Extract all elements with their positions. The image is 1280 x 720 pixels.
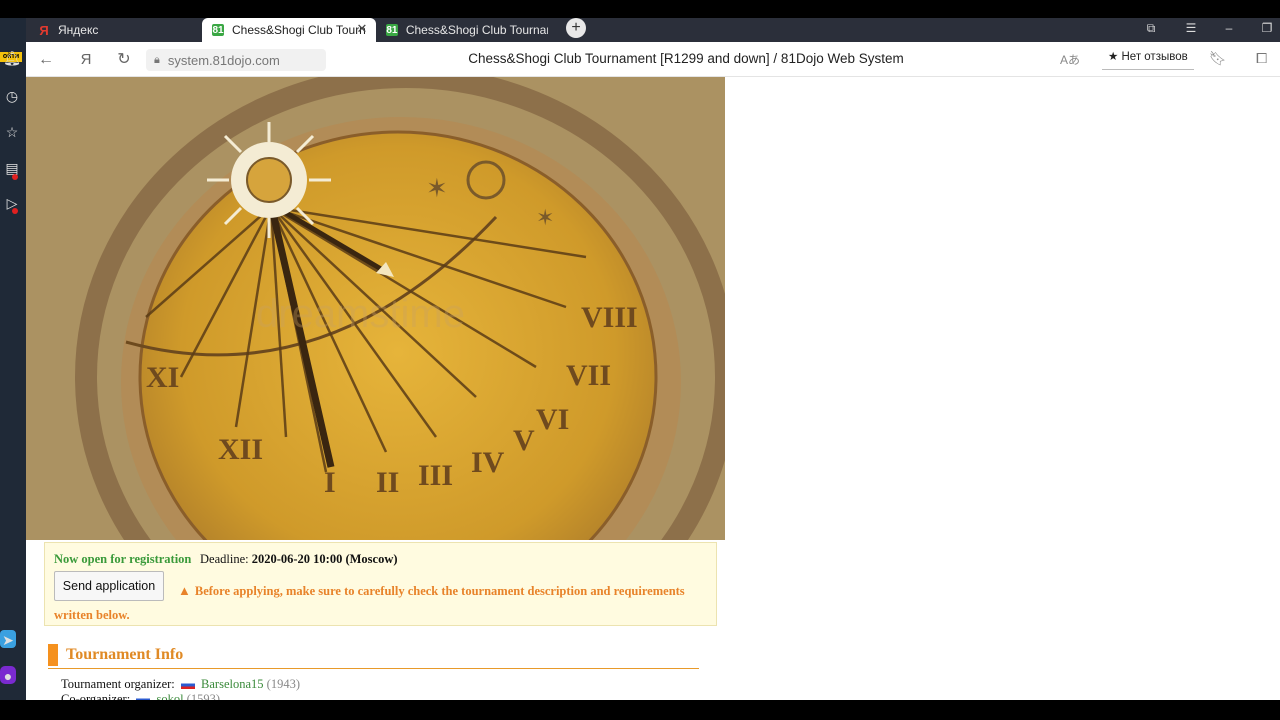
send-application-button[interactable]: Send application [54,571,164,601]
reviews-button[interactable]: ★ Нет отзывов [1102,48,1194,70]
numeral-vi: VI [536,403,569,436]
svg-text:✶: ✶ [536,205,554,230]
coorganizer-link[interactable]: sokol [156,692,183,700]
81dojo-icon: 81 [212,24,224,36]
numeral-ii: II [376,466,399,499]
warning-icon: ▲ [178,583,191,598]
new-tab-button[interactable]: + [566,18,586,38]
url-text: system.81dojo.com [167,52,280,68]
coorganizer-rating: (1593) [186,692,220,700]
numeral-v: V [513,424,535,457]
numeral-iv: IV [471,446,505,479]
extensions-icon[interactable]: ⧠ [1256,50,1267,67]
star-icon[interactable]: ☆ [2,122,22,142]
numeral-xi: XI [146,361,179,394]
registration-status: Now open for registration [54,552,192,566]
bell-icon[interactable]: 🔔︎ [2,48,22,68]
notification-dot [12,208,18,214]
bookmark-icon[interactable]: 🔖︎ [1209,50,1227,67]
notification-dot [12,174,18,180]
tab-tournament-active[interactable]: 81 Chess&Shogi Club Tourn [202,18,376,42]
app-icon[interactable]: ● [0,666,16,684]
deadline: Deadline: 2020-06-20 10:00 (Moscow) [200,552,398,567]
telegram-icon[interactable]: ➤ [0,630,16,648]
numeral-vii: VII [566,359,611,392]
tournament-info-header: Tournament Info [48,643,699,669]
page-title: Chess&Shogi Club Tournament [R1299 and d… [468,51,904,66]
tab-bar: Я Яндекс 81 Chess&Shogi Club Tourn ✕ 81 … [0,18,1280,42]
section-accent [48,644,58,666]
menu-icon[interactable]: ☰ [1180,18,1202,38]
yandex-icon: Я [39,22,49,38]
tab-label: Яндекс [58,23,99,37]
translate-icon[interactable]: Aあ [1060,51,1080,68]
watermark: dreamstime [256,292,465,336]
organizer-label: Tournament organizer: [61,677,175,691]
close-tab-icon[interactable]: ✕ [354,21,370,37]
sundial-banner-image: ✶ ✶ dreamstime XI XII I II III IV V VI V… [26,77,725,540]
russia-flag-icon [180,681,195,690]
numeral-i: I [324,466,336,499]
sundial-illustration: ✶ ✶ dreamstime XI XII I II III IV V VI V… [26,77,725,540]
deadline-value: 2020-06-20 10:00 (Moscow) [251,552,398,566]
tab-tournament[interactable]: 81 Chess&Shogi Club Tournar [378,18,548,42]
organizer-rating: (1943) [266,677,300,691]
tournament-info-title: Tournament Info [66,646,184,663]
organizer-link[interactable]: Barselona15 [201,677,263,691]
svg-text:✶: ✶ [426,173,448,203]
bottom-edge [0,700,1280,720]
restore-icon[interactable]: ❐ [1256,18,1278,38]
numeral-xii: XII [218,433,263,466]
side-panel: ойти 🔔︎ ◷ ☆ ▤ ▷ ➤ ● [0,18,26,700]
numeral-iii: III [418,459,453,492]
page-content: ✶ ✶ dreamstime XI XII I II III IV V VI V… [26,77,1280,700]
address-bar: ← Я ↻ 🔒︎ system.81dojo.com Chess&Shogi C… [26,42,1280,77]
coorganizer-label: Co-organizer: [61,692,131,700]
coorganizer-line: Co-organizer: sokol (1593) [61,692,220,700]
minimize-icon[interactable]: – [1218,18,1240,38]
reload-icon[interactable]: ↻ [113,49,135,71]
tab-label: Chess&Shogi Club Tourn [232,23,366,37]
history-icon[interactable]: ◷ [2,86,22,106]
lock-icon: 🔒︎ [154,53,160,66]
tab-yandex[interactable]: Я Яндекс [38,18,198,42]
tab-label: Chess&Shogi Club Tournar [405,23,548,37]
81dojo-icon: 81 [386,24,398,36]
organizer-line: Tournament organizer: Barselona15 (1943) [61,677,300,692]
numeral-viii: VIII [581,301,638,334]
deadline-label: Deadline: [200,552,249,566]
yandex-button[interactable]: Я [75,49,97,71]
screen: Я Яндекс 81 Chess&Shogi Club Tourn ✕ 81 … [0,0,1280,720]
url-field[interactable]: 🔒︎ system.81dojo.com [146,49,326,71]
registration-box: Now open for registration Deadline: 2020… [44,542,717,626]
back-arrow-icon[interactable]: ← [35,49,57,71]
tabs-icon[interactable]: ⧉ [1140,18,1162,38]
